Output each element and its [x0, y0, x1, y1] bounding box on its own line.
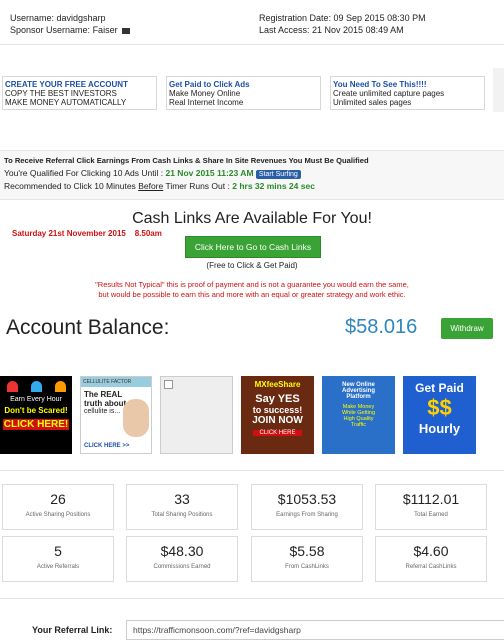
stat-value: $5.58 [289, 543, 325, 559]
divider [0, 44, 504, 45]
ad-cta: CLICK HERE! [3, 419, 69, 430]
scroll-strip [493, 68, 504, 112]
promo-title[interactable]: You Need To See This!!!! [333, 80, 482, 89]
ad-banner-4[interactable]: MXfeeShare Say YES to success! JOIN NOW … [241, 376, 314, 454]
mail-icon[interactable] [122, 27, 131, 34]
ad-cta: CLICK HERE [253, 430, 302, 436]
qualify-timer: 2 hrs 32 mins 24 sec [232, 181, 315, 191]
qualify-text: Recommended to Click 10 Minutes [4, 181, 136, 191]
stat-label: Earnings From Sharing [276, 512, 338, 518]
stat-from-cashlinks: $5.58 From CashLinks [251, 536, 363, 582]
stat-value: 26 [50, 491, 66, 507]
sponsor-value: Faiser [92, 25, 118, 35]
promo-line: COPY THE BEST INVESTORS [5, 89, 117, 98]
ghost-icon [30, 381, 42, 392]
stat-commissions-earned: $48.30 Commissions Earned [126, 536, 238, 582]
promo-title[interactable]: CREATE YOUR FREE ACCOUNT [5, 80, 154, 89]
ad-banner-2[interactable]: CELLULITE FACTOR The REAL truth about ce… [80, 376, 152, 454]
sponsor-label: Sponsor Username: [10, 25, 91, 35]
stat-value: $1053.53 [277, 491, 337, 507]
stat-value: $48.30 [160, 543, 204, 559]
ad-text: Don't be Scared! [4, 406, 68, 415]
referral-link-field[interactable]: https://trafficmonsoon.com/?ref=davidgsh… [126, 620, 504, 640]
promo-box-3[interactable]: You Need To See This!!!! Create unlimite… [330, 76, 485, 110]
stat-value: $4.60 [413, 543, 449, 559]
disclaimer-line-1: "Results Not Typical" this is proof of p… [95, 280, 409, 289]
stat-active-referrals: 5 Active Referrals [2, 536, 114, 582]
stat-referral-cashlinks: $4.60 Referral CashLinks [375, 536, 487, 582]
stat-total-sharing-positions: 33 Total Sharing Positions [126, 484, 238, 530]
referral-label: Your Referral Link: [32, 625, 113, 635]
ad-text: Hourly [418, 421, 461, 436]
stat-label: Referral CashLinks [405, 564, 457, 570]
sponsor-row: Sponsor Username: Faiser [10, 25, 131, 35]
ad-text: to success! [252, 405, 303, 415]
stat-label: Active Referrals [36, 564, 80, 570]
qualify-text: You're Qualified For Clicking 10 Ads Unt… [4, 168, 164, 178]
stat-label: Total Sharing Positions [151, 512, 213, 518]
stat-value: $1112.01 [402, 491, 460, 507]
ad-cta: CLICK HERE >> [84, 443, 130, 449]
ad-banner-6[interactable]: Get Paid $$ Hourly [403, 376, 476, 454]
ad-text: Earn Every Hour [10, 396, 62, 403]
withdraw-button[interactable]: Withdraw [441, 318, 493, 339]
stat-value: 33 [174, 491, 190, 507]
stat-active-sharing-positions: 26 Active Sharing Positions [2, 484, 114, 530]
cashlinks-sub: (Free to Click & Get Paid) [206, 261, 298, 270]
ghost-icon [54, 381, 66, 392]
stat-earnings-from-sharing: $1053.53 Earnings From Sharing [251, 484, 363, 530]
qualify-text: Timer Runs Out : [165, 181, 230, 191]
ad-text: Get Paid [415, 381, 464, 395]
stat-label: Total Earned [414, 512, 448, 518]
username-row: Username: davidgsharp [10, 13, 106, 23]
promo-line: MAKE MONEY AUTOMATICALLY [5, 98, 127, 107]
cashlinks-time: 8.50am [134, 229, 162, 238]
divider [0, 598, 504, 599]
ad-banner-1[interactable]: Earn Every Hour Don't be Scared! CLICK H… [0, 376, 72, 454]
cashlinks-headline: Cash Links Are Available For You! [132, 210, 372, 227]
stat-value: 5 [54, 543, 62, 559]
registration-date: Registration Date: 09 Sep 2015 08:30 PM [259, 13, 426, 23]
ad-text: JOIN NOW [252, 415, 303, 426]
ad-banner-3-placeholder[interactable] [160, 376, 233, 454]
promo-line: Real Internet Income [169, 98, 244, 107]
promo-title[interactable]: Get Paid to Click Ads [169, 80, 318, 89]
ad-text: Say YES [255, 393, 300, 405]
promo-line: Unlimited sales pages [333, 98, 412, 107]
qualify-date: 21 Nov 2015 11:23 AM [165, 168, 254, 178]
balance-amount: $58.016 [345, 316, 418, 338]
divider [0, 470, 504, 471]
last-access: Last Access: 21 Nov 2015 08:49 AM [259, 25, 404, 35]
cashlinks-date: Saturday 21st November 2015 [12, 229, 126, 238]
balance-label: Account Balance: [6, 316, 170, 339]
promo-line: Create unlimited capture pages [333, 89, 445, 98]
cashlinks-button[interactable]: Click Here to Go to Cash Links [185, 236, 321, 258]
qualify-before: Before [138, 181, 164, 191]
username-label: Username: [10, 13, 55, 23]
stat-label: Commissions Earned [153, 564, 211, 570]
stat-total-earned: $1112.01 Total Earned [375, 484, 487, 530]
cashlinks-date-row: Saturday 21st November 2015 8.50am [12, 229, 162, 238]
disclaimer-line-2: but would be possible to earn this and m… [98, 290, 406, 299]
stat-label: Active Sharing Positions [25, 512, 91, 518]
qualify-line-2: Recommended to Click 10 Minutes Before T… [4, 181, 315, 191]
promo-line: Make Money Online [169, 89, 241, 98]
figure-illustration [123, 399, 149, 437]
qualify-line-1: You're Qualified For Clicking 10 Ads Unt… [4, 168, 301, 179]
promo-box-1[interactable]: CREATE YOUR FREE ACCOUNT COPY THE BEST I… [2, 76, 157, 110]
qualify-heading: To Receive Referral Click Earnings From … [4, 156, 369, 165]
ad-banner-5[interactable]: New Online Advertising Platform Make Mon… [322, 376, 395, 454]
username-value: davidgsharp [56, 13, 106, 23]
ghost-icon [6, 381, 18, 392]
ad-text: Platform [346, 394, 371, 400]
broken-image-icon [164, 380, 173, 389]
start-surfing-button[interactable]: Start Surfing [255, 170, 301, 179]
promo-box-2[interactable]: Get Paid to Click Ads Make Money Online … [166, 76, 321, 110]
ad-brand: CELLULITE FACTOR [81, 377, 151, 387]
ad-brand: MXfeeShare [254, 380, 301, 389]
ad-text: $$ [427, 395, 452, 420]
stat-label: From CashLinks [285, 564, 329, 570]
ad-text: The REAL [84, 390, 123, 399]
ad-text: Traffic [351, 422, 366, 428]
